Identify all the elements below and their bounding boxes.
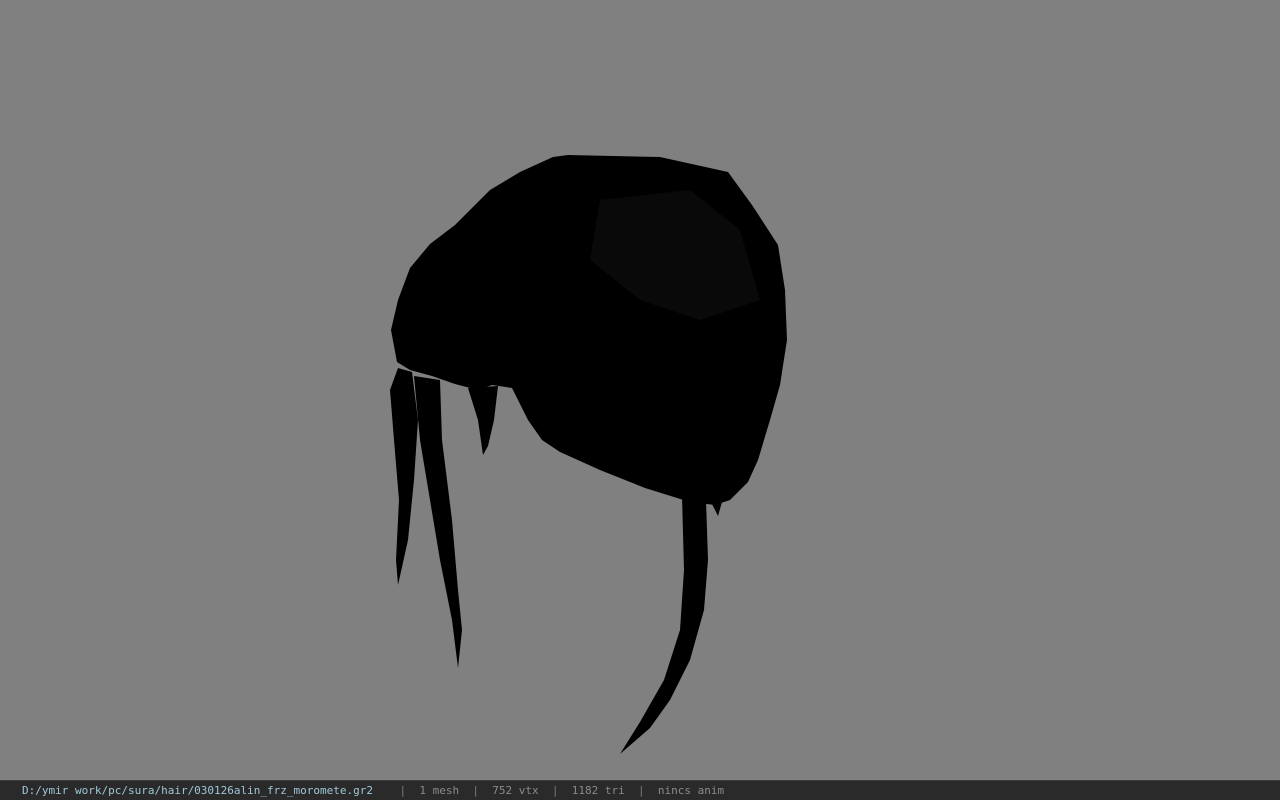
hair-strand-left-2 xyxy=(414,376,462,668)
separator: | xyxy=(472,784,479,797)
separator: | xyxy=(637,784,645,797)
animation-status: nincs anim xyxy=(657,784,725,797)
hair-strand-side xyxy=(468,386,498,455)
status-bar: D:/ymir work/pc/sura/hair/030126alin_frz… xyxy=(0,780,1280,800)
separator: | xyxy=(399,784,407,797)
3d-viewport[interactable] xyxy=(0,0,1280,780)
mesh-count: 1 mesh xyxy=(419,784,460,797)
file-path: D:/ymir work/pc/sura/hair/030126alin_frz… xyxy=(22,784,373,797)
hair-strand-tip xyxy=(710,500,722,516)
vertex-count: 752 vtx xyxy=(492,784,539,797)
hair-strand-left-1 xyxy=(390,368,418,585)
model-render xyxy=(390,155,787,754)
hair-cap xyxy=(391,155,787,505)
triangle-count: 1182 tri xyxy=(571,784,625,797)
separator: | xyxy=(551,784,559,797)
hair-strand-back xyxy=(620,496,708,754)
